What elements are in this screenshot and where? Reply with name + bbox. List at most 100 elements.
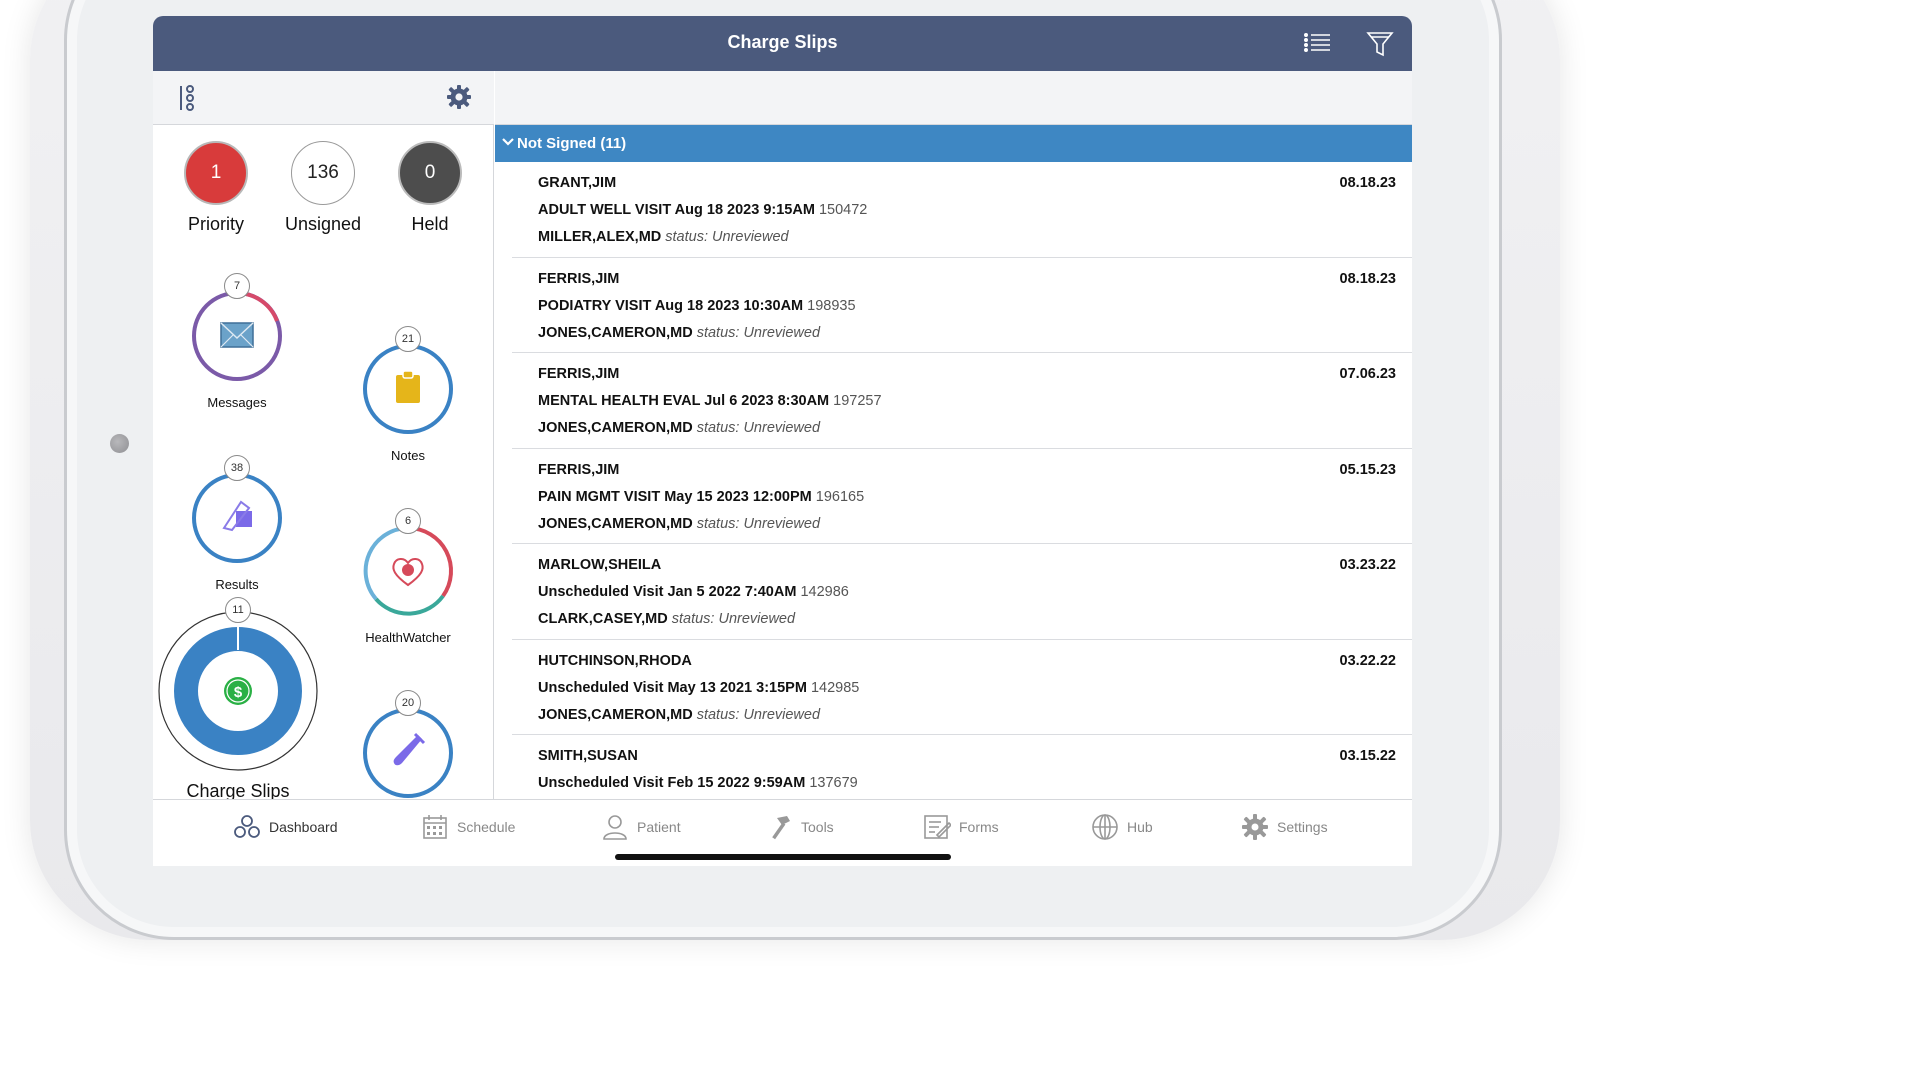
visit-id: 142985: [810, 679, 860, 696]
list-toolbar: [495, 71, 1412, 125]
results-widget[interactable]: 38 Results: [187, 455, 287, 592]
gear-icon[interactable]: [445, 83, 473, 111]
nav-tools-label: Tools: [801, 819, 834, 835]
list-item[interactable]: FERRIS,JIM MENTAL HEALTH EVAL Jul 6 2023…: [512, 353, 1412, 449]
slip-date: 07.06.23: [1339, 366, 1396, 382]
notes-count-badge: 21: [395, 326, 421, 352]
healthwatcher-widget[interactable]: 6 HealthWatcher: [358, 508, 458, 645]
priority-label: Priority: [187, 214, 244, 234]
nav-tools[interactable]: Tools: [765, 812, 834, 842]
nav-settings[interactable]: Settings: [1241, 812, 1328, 842]
nav-hub-label: Hub: [1127, 819, 1153, 835]
patient-name: FERRIS,JIM: [538, 461, 620, 478]
list-item[interactable]: MARLOW,SHEILA Unscheduled Visit Jan 5 20…: [512, 544, 1412, 640]
app-screen: Charge Slips 1 Priority 136 Unsigned 0 H…: [153, 16, 1412, 866]
clipboard-icon: [396, 370, 420, 403]
held-counter[interactable]: 0 Held: [375, 141, 485, 235]
chevron-down-icon: [502, 138, 514, 146]
dashboard-pane: 1 Priority 136 Unsigned 0 Held 7 Message…: [153, 71, 494, 802]
top-bar: Charge Slips: [153, 16, 1412, 71]
provider-name: JONES,CAMERON,MD: [538, 706, 693, 723]
nav-forms[interactable]: Forms: [923, 812, 999, 842]
nav-hub[interactable]: Hub: [1091, 812, 1153, 842]
visit-desc: ADULT WELL VISIT Aug 18 2023 9:15AM: [538, 202, 815, 218]
unsigned-label: Unsigned: [284, 214, 362, 234]
nav-schedule[interactable]: Schedule: [421, 812, 515, 842]
heart-icon: [392, 558, 424, 587]
forms-icon: [924, 815, 951, 839]
filter-icon[interactable]: [1365, 28, 1395, 58]
settings-gear-icon: [1242, 814, 1268, 840]
list-item[interactable]: HUTCHINSON,RHODA Unscheduled Visit May 1…: [512, 640, 1412, 735]
charge-slips-count-badge: 11: [225, 597, 251, 623]
visit-id: 197257: [833, 393, 882, 409]
charge-slips-ring: $: [158, 611, 318, 771]
group-label: Not Signed (11): [517, 135, 627, 152]
nav-patient-label: Patient: [637, 819, 681, 835]
healthwatcher-ring: [363, 526, 454, 616]
visit-id: 137679: [809, 775, 858, 791]
status-text: status: Unreviewed: [696, 515, 821, 532]
labs-widget[interactable]: 20: [358, 690, 458, 808]
notes-label: Notes: [391, 448, 425, 463]
not-signed-group-header[interactable]: Not Signed (11): [495, 125, 1412, 162]
dashboard-icon: [234, 815, 260, 838]
nav-dashboard[interactable]: Dashboard: [233, 812, 338, 842]
visit-id: 198935: [807, 297, 856, 314]
priority-count: 1: [184, 141, 248, 205]
list-item[interactable]: FERRIS,JIM PODIATRY VISIT Aug 18 2023 10…: [512, 258, 1412, 353]
messages-label: Messages: [207, 395, 267, 410]
patient-name: FERRIS,JIM: [538, 366, 620, 382]
held-label: Held: [411, 214, 449, 234]
globe-icon: [1092, 814, 1118, 840]
home-indicator[interactable]: [615, 854, 951, 860]
provider-name: JONES,CAMERON,MD: [538, 420, 693, 436]
messages-count-badge: 7: [224, 273, 250, 299]
list-icon[interactable]: [1303, 30, 1333, 56]
results-count-badge: 38: [224, 455, 250, 481]
held-count: 0: [398, 141, 462, 205]
status-text: status: Unreviewed: [671, 611, 796, 627]
notes-widget[interactable]: 21 Notes: [358, 326, 458, 463]
visit-desc: PAIN MGMT VISIT May 15 2023 12:00PM: [538, 488, 812, 505]
visit-desc: PODIATRY VISIT Aug 18 2023 10:30AM: [538, 297, 804, 314]
healthwatcher-label: HealthWatcher: [365, 630, 451, 645]
visit-id: 196165: [815, 488, 865, 505]
labs-ring: [363, 708, 453, 798]
dashboard-toolbar: [153, 71, 494, 125]
bottom-nav: Dashboard Schedule Patient Tools Forms H…: [153, 799, 1412, 866]
list-item[interactable]: FERRIS,JIM PAIN MGMT VISIT May 15 2023 1…: [512, 449, 1412, 544]
messages-widget[interactable]: 7 Messages: [187, 273, 287, 410]
provider-name: JONES,CAMERON,MD: [538, 515, 693, 532]
status-text: status: Unreviewed: [696, 706, 821, 723]
patient-name: MARLOW,SHEILA: [538, 557, 662, 573]
layout-icon[interactable]: [177, 83, 199, 113]
nav-forms-label: Forms: [959, 819, 999, 835]
priority-counter[interactable]: 1 Priority: [161, 141, 271, 235]
camera-icon: [110, 434, 129, 453]
results-icon: [222, 500, 252, 532]
unsigned-counter[interactable]: 136 Unsigned: [268, 141, 378, 235]
labs-count-badge: 20: [395, 690, 421, 716]
nav-dashboard-label: Dashboard: [269, 819, 338, 835]
slip-date: 08.18.23: [1339, 270, 1396, 287]
unsigned-count: 136: [291, 141, 355, 205]
charge-slips-widget[interactable]: $ 11 Charge Slips: [157, 597, 319, 802]
status-text: status: Unreviewed: [696, 420, 821, 436]
person-icon: [603, 815, 627, 840]
test-tube-icon: [393, 732, 426, 766]
patient-name: GRANT,JIM: [538, 175, 617, 191]
visit-desc: MENTAL HEALTH EVAL Jul 6 2023 8:30AM: [538, 393, 830, 409]
slip-date: 03.23.22: [1339, 557, 1396, 573]
charge-slip-list: GRANT,JIM ADULT WELL VISIT Aug 18 2023 9…: [495, 162, 1412, 831]
provider-name: JONES,CAMERON,MD: [538, 324, 693, 341]
nav-settings-label: Settings: [1277, 819, 1328, 835]
slip-date: 08.18.23: [1339, 175, 1396, 191]
visit-desc: Unscheduled Visit Feb 15 2022 9:59AM: [538, 775, 806, 791]
visit-desc: Unscheduled Visit May 13 2021 3:15PM: [538, 679, 807, 696]
status-text: status: Unreviewed: [696, 324, 821, 341]
list-item[interactable]: GRANT,JIM ADULT WELL VISIT Aug 18 2023 9…: [512, 162, 1412, 258]
dollar-icon: $: [224, 677, 252, 705]
provider-name: MILLER,ALEX,MD: [538, 229, 662, 245]
nav-patient[interactable]: Patient: [601, 812, 681, 842]
